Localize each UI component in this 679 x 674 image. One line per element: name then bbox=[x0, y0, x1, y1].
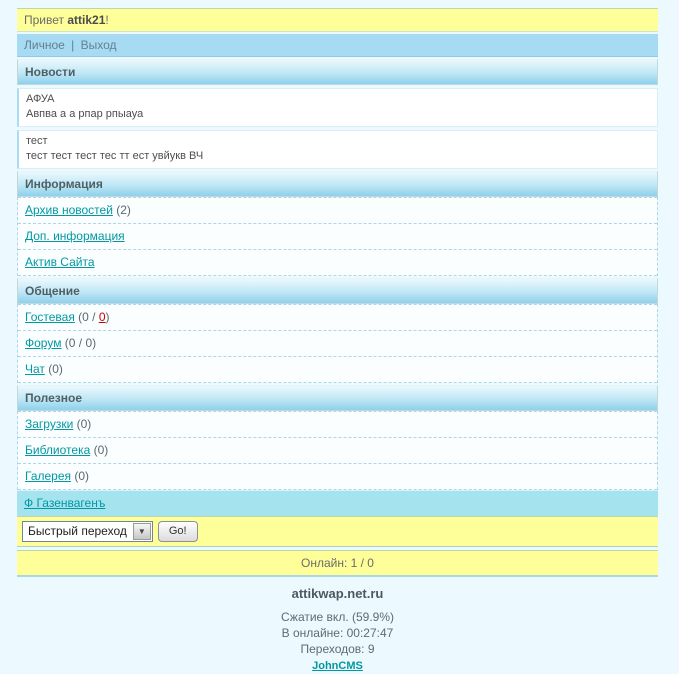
count-prefix: (0 / bbox=[78, 310, 99, 324]
menu-row: Загрузки (0) bbox=[18, 411, 657, 438]
news-item: АФУА Авпва а а рпар рпыауа bbox=[17, 88, 658, 127]
info-menu: Архив новостей (2) Доп. информация Актив… bbox=[17, 197, 658, 276]
menu-row: Доп. информация bbox=[18, 224, 657, 250]
online-counter-bar: Онлайн: 1 / 0 bbox=[17, 550, 658, 577]
engine-link[interactable]: JohnCMS bbox=[312, 660, 363, 672]
section-header-news: Новости bbox=[17, 59, 658, 85]
link-guestbook-new-count[interactable]: 0 bbox=[99, 310, 106, 324]
count-badge: (0) bbox=[74, 469, 89, 483]
menu-row: Библиотека (0) bbox=[18, 438, 657, 464]
menu-row: Гостевая (0 / 0) bbox=[18, 304, 657, 331]
news-title: АФУА bbox=[26, 92, 650, 107]
page-container: Привет attik21! Личное | Выход Новости А… bbox=[17, 8, 658, 674]
nav-link-personal[interactable]: Личное bbox=[24, 38, 65, 52]
menu-row: Архив новостей (2) bbox=[18, 197, 657, 224]
section-header-info: Информация bbox=[17, 171, 658, 197]
greeting-suffix: ! bbox=[105, 13, 108, 27]
news-item: тест тест тест тест тес тт ест увйукв ВЧ bbox=[17, 130, 658, 169]
compression-status: Сжатие вкл. (59.9%) bbox=[17, 609, 658, 625]
section-header-community: Общение bbox=[17, 278, 658, 304]
count-badge: (0) bbox=[48, 362, 63, 376]
link-downloads[interactable]: Загрузки bbox=[25, 417, 73, 431]
link-chat[interactable]: Чат bbox=[25, 362, 45, 376]
section-header-useful: Полезное bbox=[17, 385, 658, 411]
username: attik21 bbox=[67, 13, 105, 27]
menu-row: Чат (0) bbox=[18, 357, 657, 383]
chevron-down-icon[interactable]: ▼ bbox=[133, 523, 151, 540]
link-gallery[interactable]: Галерея bbox=[25, 469, 71, 483]
useful-menu: Загрузки (0) Библиотека (0) Галерея (0) bbox=[17, 411, 658, 490]
nav-separator: | bbox=[71, 38, 74, 52]
extra-link-row: Ф Газенвагенъ bbox=[17, 490, 658, 516]
news-title: тест bbox=[26, 134, 650, 149]
count-badge: (2) bbox=[116, 203, 131, 217]
news-text: Авпва а а рпар рпыауа bbox=[26, 107, 650, 122]
footer: attikwap.net.ru Сжатие вкл. (59.9%) В он… bbox=[17, 586, 658, 674]
online-time: В онлайне: 00:27:47 bbox=[17, 625, 658, 641]
link-extra-info[interactable]: Доп. информация bbox=[25, 229, 125, 243]
link-forum[interactable]: Форум bbox=[25, 336, 61, 350]
greeting-bar: Привет attik21! bbox=[17, 8, 658, 32]
count-suffix: ) bbox=[106, 310, 110, 324]
link-site-activity[interactable]: Актив Сайта bbox=[25, 255, 95, 269]
quick-jump-selected-value: Быстрый переход bbox=[23, 522, 132, 541]
link-gazenvagen[interactable]: Ф Газенвагенъ bbox=[24, 496, 105, 510]
menu-row: Актив Сайта bbox=[18, 250, 657, 276]
menu-row: Галерея (0) bbox=[18, 464, 657, 490]
community-menu: Гостевая (0 / 0) Форум (0 / 0) Чат (0) bbox=[17, 304, 658, 383]
count-badge: (0 / 0) bbox=[65, 336, 96, 350]
menu-row: Форум (0 / 0) bbox=[18, 331, 657, 357]
user-nav-bar: Личное | Выход bbox=[17, 34, 658, 57]
transitions-count: Переходов: 9 bbox=[17, 641, 658, 657]
nav-link-logout[interactable]: Выход bbox=[81, 38, 117, 52]
quick-jump-select[interactable]: Быстрый переход ▼ bbox=[22, 521, 153, 542]
link-library[interactable]: Библиотека bbox=[25, 443, 90, 457]
link-guestbook[interactable]: Гостевая bbox=[25, 310, 75, 324]
site-name: attikwap.net.ru bbox=[17, 586, 658, 602]
link-news-archive[interactable]: Архив новостей bbox=[25, 203, 113, 217]
greeting-prefix: Привет bbox=[24, 13, 64, 27]
count-badge: (0) bbox=[77, 417, 92, 431]
go-button[interactable]: Go! bbox=[158, 521, 198, 542]
quick-jump-bar: Быстрый переход ▼ Go! bbox=[17, 516, 658, 547]
news-text: тест тест тест тес тт ест увйукв ВЧ bbox=[26, 149, 650, 164]
count-badge: (0) bbox=[94, 443, 109, 457]
